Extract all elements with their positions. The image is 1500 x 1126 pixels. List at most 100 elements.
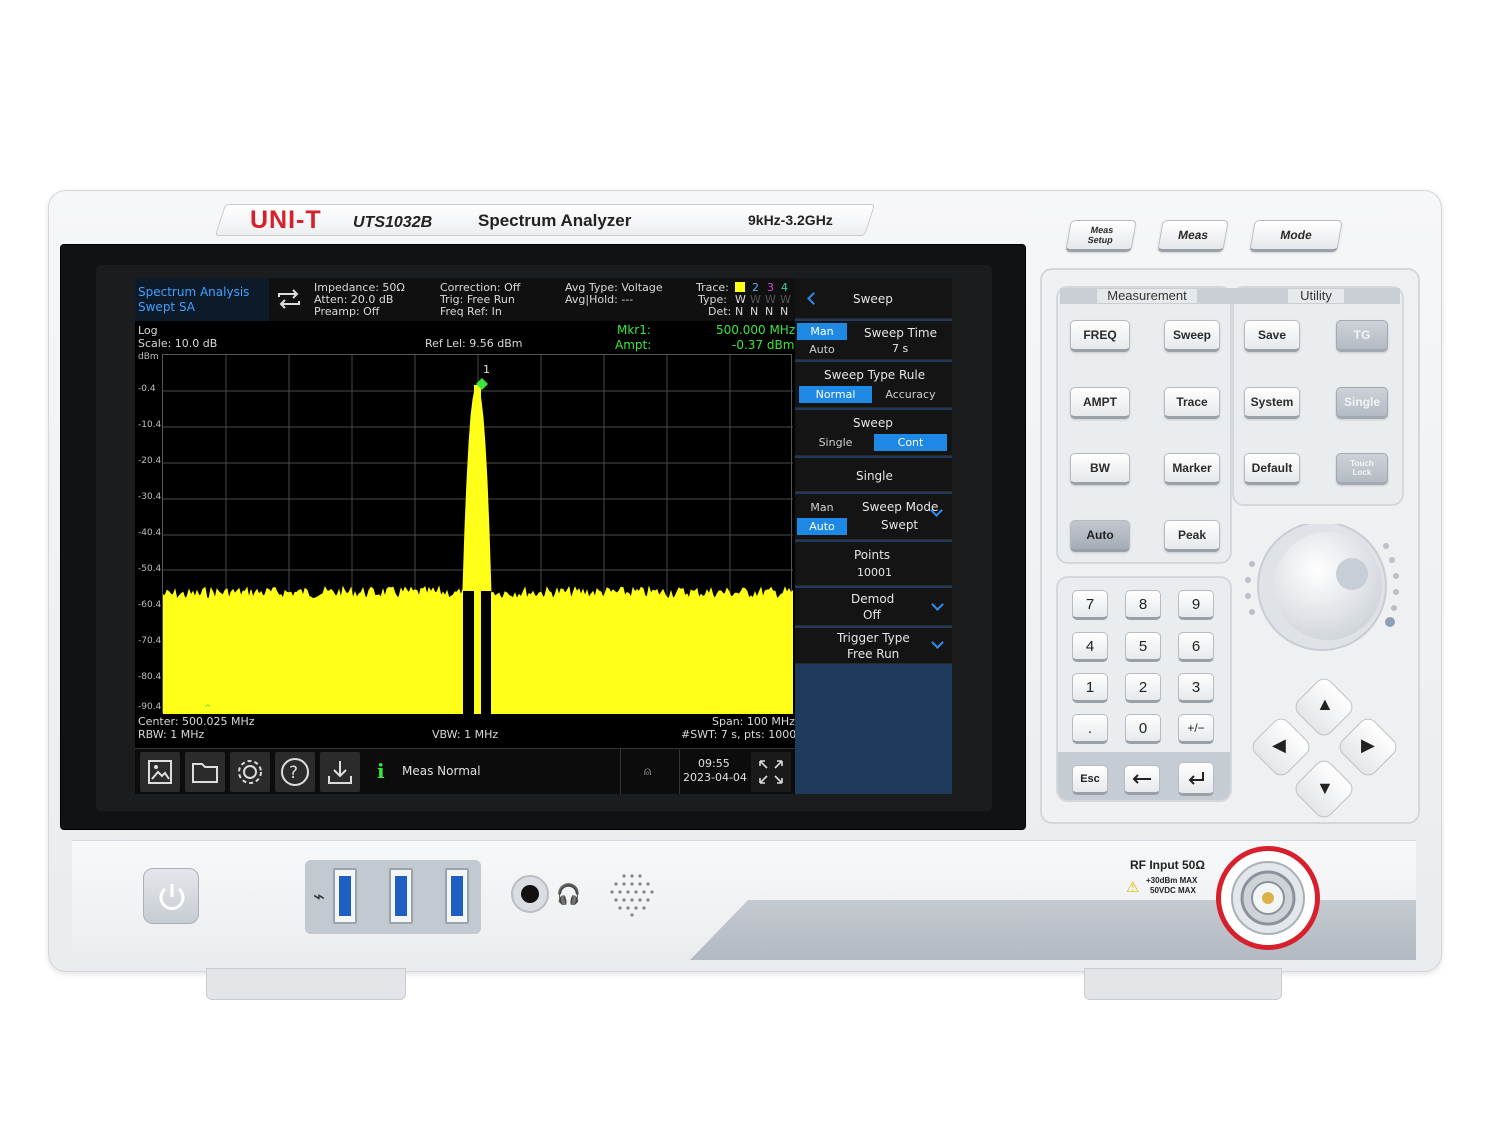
points-label: Points	[854, 548, 891, 562]
help-icon[interactable]: ?	[275, 752, 315, 792]
trace-key[interactable]: Trace	[1164, 387, 1220, 419]
key-9[interactable]: 9	[1178, 590, 1214, 620]
menu-points[interactable]: Points 10001	[795, 542, 952, 586]
demod-label: Demod	[851, 592, 895, 606]
freq-key[interactable]: FREQ	[1070, 320, 1130, 352]
key-8[interactable]: 8	[1125, 590, 1161, 620]
menu-single[interactable]: Single	[795, 458, 952, 492]
key-3[interactable]: 3	[1178, 673, 1214, 703]
backspace-key[interactable]	[1124, 765, 1160, 795]
sweep-single[interactable]: Single	[799, 434, 872, 451]
menu-sweep-time[interactable]: Man Auto Sweep Time 7 s	[795, 321, 952, 360]
usb-port-3[interactable]	[445, 868, 469, 924]
softkey-menu: Sweep Man Auto Sweep Time 7 s Sweep Type…	[795, 278, 952, 794]
single-key[interactable]: Single	[1336, 387, 1388, 419]
mode-key[interactable]: Mode	[1249, 220, 1343, 252]
warning-icon: ⚠	[1126, 879, 1140, 896]
rf-input-connector[interactable]	[1216, 846, 1320, 950]
enter-key[interactable]	[1178, 762, 1214, 796]
y-tick: -90.4	[138, 702, 162, 712]
freq-ref-text: Freq Ref: In	[440, 305, 502, 318]
span-text: Span: 100 MHz	[712, 715, 795, 728]
menu-trigger-type[interactable]: Trigger Type Free Run	[795, 628, 952, 664]
peak-key[interactable]: Peak	[1164, 520, 1220, 552]
touch-lock-line2: Lock	[1352, 468, 1372, 477]
save-key[interactable]: Save	[1244, 320, 1300, 352]
rbw-text: RBW: 1 MHz	[138, 728, 205, 741]
marker-frequency: 500.000 MHz	[716, 323, 796, 337]
sweep-mode-man[interactable]: Man	[797, 499, 847, 516]
sweep-cont[interactable]: Cont	[874, 434, 947, 451]
arrow-up-icon: ▲	[1316, 694, 1334, 714]
y-tick: -60.4	[138, 600, 162, 610]
svg-text:^: ^	[204, 704, 212, 714]
sweep-time-man[interactable]: Man	[797, 323, 847, 340]
speaker-grille	[607, 872, 657, 918]
ampt-key[interactable]: AMPT	[1070, 387, 1130, 419]
touch-lock-key[interactable]: Touch Lock	[1336, 453, 1388, 485]
trigger-type-value: Free Run	[847, 647, 900, 661]
spectrum-plot[interactable]: 1 ^	[162, 354, 794, 715]
download-icon[interactable]	[320, 752, 360, 792]
sweep-key[interactable]: Sweep	[1164, 320, 1220, 352]
screenshot-icon[interactable]	[140, 752, 180, 792]
frequency-range-label: 9kHz-3.2GHz	[748, 212, 833, 228]
device-type-label: Spectrum Analyzer	[478, 211, 632, 230]
meas-key[interactable]: Meas	[1157, 220, 1229, 252]
key-5[interactable]: 5	[1125, 632, 1161, 662]
menu-sweep-type-rule[interactable]: Sweep Type Rule Normal Accuracy	[795, 362, 952, 408]
gear-icon[interactable]	[230, 752, 270, 792]
system-key[interactable]: System	[1244, 387, 1300, 419]
menu-demod[interactable]: Demod Off	[795, 588, 952, 626]
folder-icon[interactable]	[185, 752, 225, 792]
rotary-knob[interactable]	[1240, 521, 1410, 654]
y-tick: -80.4	[138, 672, 162, 682]
rule-normal[interactable]: Normal	[799, 386, 872, 403]
back-chevron-icon[interactable]	[807, 292, 820, 305]
default-key[interactable]: Default	[1244, 453, 1300, 485]
enter-icon	[1188, 772, 1204, 785]
sweep-type-rule-label: Sweep Type Rule	[824, 368, 926, 382]
key-plus-minus[interactable]: +/−	[1178, 714, 1214, 744]
esc-key[interactable]: Esc	[1072, 765, 1108, 795]
power-button[interactable]	[143, 868, 199, 924]
touch-lock-line1: Touch	[1350, 459, 1374, 468]
tg-key[interactable]: TG	[1336, 320, 1388, 352]
key-dot[interactable]: .	[1072, 714, 1108, 744]
key-6[interactable]: 6	[1178, 632, 1214, 662]
auto-key[interactable]: Auto	[1070, 520, 1130, 552]
sweep-time-auto[interactable]: Auto	[797, 341, 847, 358]
arrow-down-icon: ▼	[1316, 778, 1334, 798]
utility-header: Utility	[1288, 289, 1344, 303]
y-tick: -10.4	[138, 420, 162, 430]
usb-port-2[interactable]	[389, 868, 413, 924]
ampt-label: Ampt:	[615, 338, 652, 352]
det-val-1: N	[735, 305, 744, 318]
sweep-mode-auto[interactable]: Auto	[797, 518, 847, 535]
touch-screen[interactable]: Spectrum Analysis Swept SA Impedance: 50…	[135, 278, 952, 794]
usb-port-1[interactable]	[333, 868, 357, 924]
meas-setup-line1: Meas	[1089, 225, 1115, 235]
key-7[interactable]: 7	[1072, 590, 1108, 620]
key-4[interactable]: 4	[1072, 632, 1108, 662]
meas-setup-key[interactable]: Meas Setup	[1065, 220, 1137, 252]
bw-key[interactable]: BW	[1070, 453, 1130, 485]
rule-accuracy[interactable]: Accuracy	[874, 386, 947, 403]
brand-logo: UNI-T	[250, 206, 322, 234]
model-name: UTS1032B	[353, 214, 433, 231]
points-value: 10001	[857, 566, 892, 579]
repeat-icon[interactable]	[275, 288, 303, 310]
key-2[interactable]: 2	[1125, 673, 1161, 703]
sweep-time-value: 7 s	[892, 342, 909, 355]
key-1[interactable]: 1	[1072, 673, 1108, 703]
y-tick: -50.4	[138, 564, 162, 574]
key-0[interactable]: 0	[1125, 714, 1161, 744]
y-tick: -0.4	[138, 384, 156, 394]
menu-sweep-mode[interactable]: Man Auto Sweep Mode Swept	[795, 494, 952, 540]
marker-key[interactable]: Marker	[1164, 453, 1220, 485]
mode-box[interactable]: Spectrum Analysis Swept SA	[135, 278, 269, 321]
menu-sweep[interactable]: Sweep Single Cont	[795, 410, 952, 456]
headphone-jack[interactable]	[511, 875, 549, 913]
right-foot	[1084, 968, 1282, 1000]
fullscreen-icon[interactable]	[751, 752, 791, 792]
